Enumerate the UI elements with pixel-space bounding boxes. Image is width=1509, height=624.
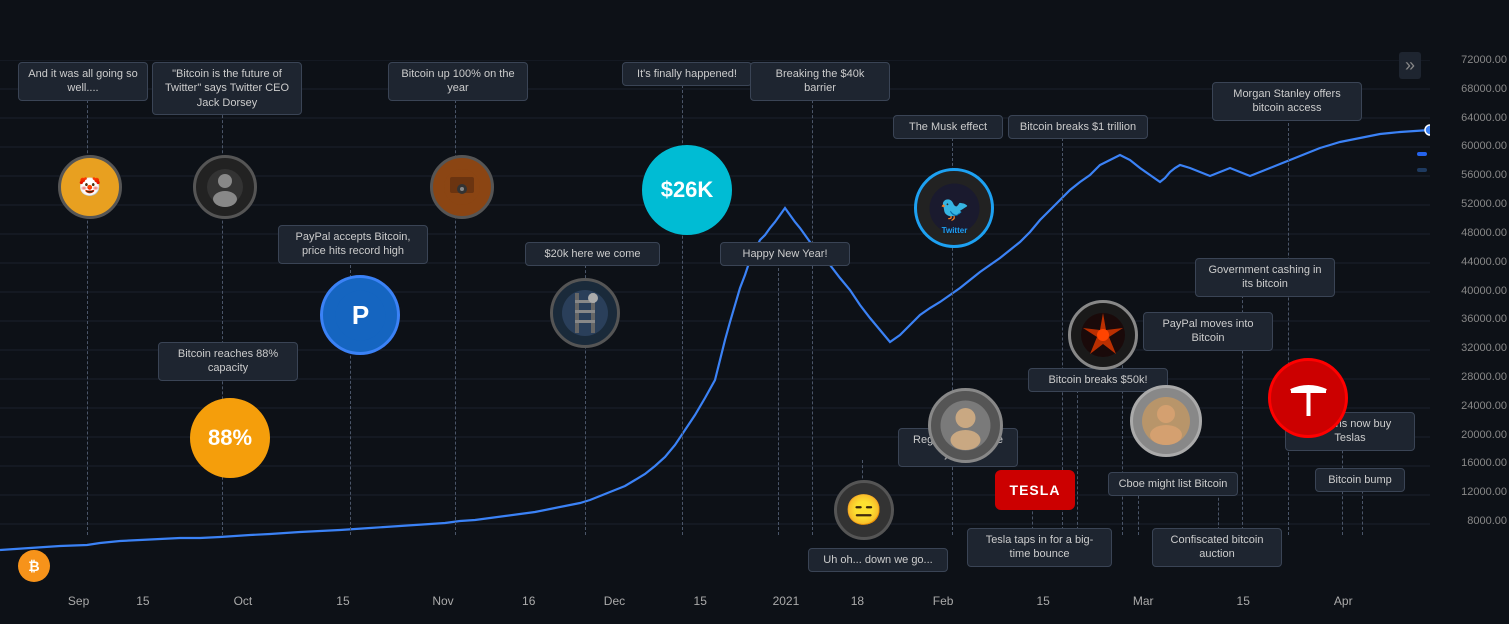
x-label-nov: Nov [432, 594, 453, 608]
x-label-15a: 15 [136, 594, 149, 608]
annotation-a5: Bitcoin reaches 88% capacity [158, 342, 298, 381]
icon-regulators [928, 388, 1003, 463]
icon-paypal2 [1068, 300, 1138, 370]
btc-logo-bottom: ₿ [18, 550, 50, 582]
x-label-apr: Apr [1334, 594, 1353, 608]
y-label-12k: 12000.00 [1461, 486, 1507, 498]
icon-musk: 🐦 Twitter [914, 168, 994, 248]
y-label-64k: 64000.00 [1461, 112, 1507, 124]
y-label-56k: 56000.00 [1461, 169, 1507, 181]
y-label-28k: 28000.00 [1461, 371, 1507, 383]
x-label-2021: 2021 [773, 594, 800, 608]
svg-text:Twitter: Twitter [941, 226, 967, 235]
x-label-15c: 15 [694, 594, 707, 608]
y-label-16k: 16000.00 [1461, 457, 1507, 469]
annotation-a16: PayPal moves into Bitcoin [1143, 312, 1273, 351]
annotation-a10: The Musk effect [893, 115, 1003, 139]
annotation-a20: Morgan Stanley offers bitcoin access [1212, 82, 1362, 121]
chart-container: 72000.00 68000.00 64000.00 60000.00 5600… [0, 0, 1509, 624]
x-label-dec: Dec [604, 594, 625, 608]
icon-88pct: 88% [190, 398, 270, 478]
annotation-a13: Uh oh... down we go... [808, 548, 948, 572]
icon-uhoh: 😑 [834, 480, 894, 540]
annotation-a18: Government cashing in its bitcoin [1195, 258, 1335, 297]
y-label-8k: 8000.00 [1467, 515, 1507, 527]
icon-tesla: TESLA [995, 470, 1075, 510]
annotation-a8: Breaking the $40k barrier [750, 62, 890, 101]
annotation-a14: Tesla taps in for a big-time bounce [967, 528, 1112, 567]
annotation-a6: $20k here we come [525, 242, 660, 266]
y-label-72k: 72000.00 [1461, 54, 1507, 66]
icon-a1: 🤡 [58, 155, 122, 219]
y-label-20k: 20000.00 [1461, 429, 1507, 441]
current-price-badge [1417, 152, 1427, 156]
icon-a6 [550, 278, 620, 348]
x-label-mar: Mar [1133, 594, 1154, 608]
icon-a3 [430, 155, 494, 219]
annotation-a3: Bitcoin up 100% on the year [388, 62, 528, 101]
x-label-16: 16 [522, 594, 535, 608]
x-label-15e: 15 [1237, 594, 1250, 608]
x-label-15d: 15 [1036, 594, 1049, 608]
annotation-a22: Bitcoin bump [1315, 468, 1405, 492]
annotation-a9: Happy New Year! [720, 242, 850, 266]
icon-26k: $26K [642, 145, 732, 235]
y-label-60k: 60000.00 [1461, 140, 1507, 152]
nav-arrow-right[interactable]: » [1399, 52, 1421, 79]
y-label-40k: 40000.00 [1461, 285, 1507, 297]
annotation-a1: And it was all going so well.... [18, 62, 148, 101]
icon-btc50k [1130, 385, 1202, 457]
annotation-a7: It's finally happened! [622, 62, 752, 86]
y-label-24k: 24000.00 [1461, 400, 1507, 412]
icon-a2 [193, 155, 257, 219]
y-label-68k: 68000.00 [1461, 83, 1507, 95]
y-label-44k: 44000.00 [1461, 256, 1507, 268]
annotation-a15: Bitcoin breaks $50k! [1028, 368, 1168, 392]
x-label-sep: Sep [68, 594, 89, 608]
annotation-a19: Confiscated bitcoin auction [1152, 528, 1282, 567]
annotation-a11: Bitcoin breaks $1 trillion [1008, 115, 1148, 139]
icon-paypal: P [320, 275, 400, 355]
svg-text:🤡: 🤡 [79, 176, 101, 197]
y-label-48k: 48000.00 [1461, 227, 1507, 239]
y-label-52k: 52000.00 [1461, 198, 1507, 210]
annotation-a4: PayPal accepts Bitcoin, price hits recor… [278, 225, 428, 264]
x-label-oct: Oct [234, 594, 253, 608]
previous-price-badge [1417, 168, 1427, 172]
x-label-18: 18 [851, 594, 864, 608]
annotation-a17: Cboe might list Bitcoin [1108, 472, 1238, 496]
x-label-feb: Feb [933, 594, 954, 608]
svg-text:P: P [351, 300, 368, 330]
y-label-36k: 36000.00 [1461, 313, 1507, 325]
annotation-a2: "Bitcoin is the future of Twitter" says … [152, 62, 302, 115]
svg-text:🐦: 🐦 [939, 196, 969, 223]
icon-tesla2 [1268, 358, 1348, 438]
x-label-15b: 15 [336, 594, 349, 608]
y-label-32k: 32000.00 [1461, 342, 1507, 354]
